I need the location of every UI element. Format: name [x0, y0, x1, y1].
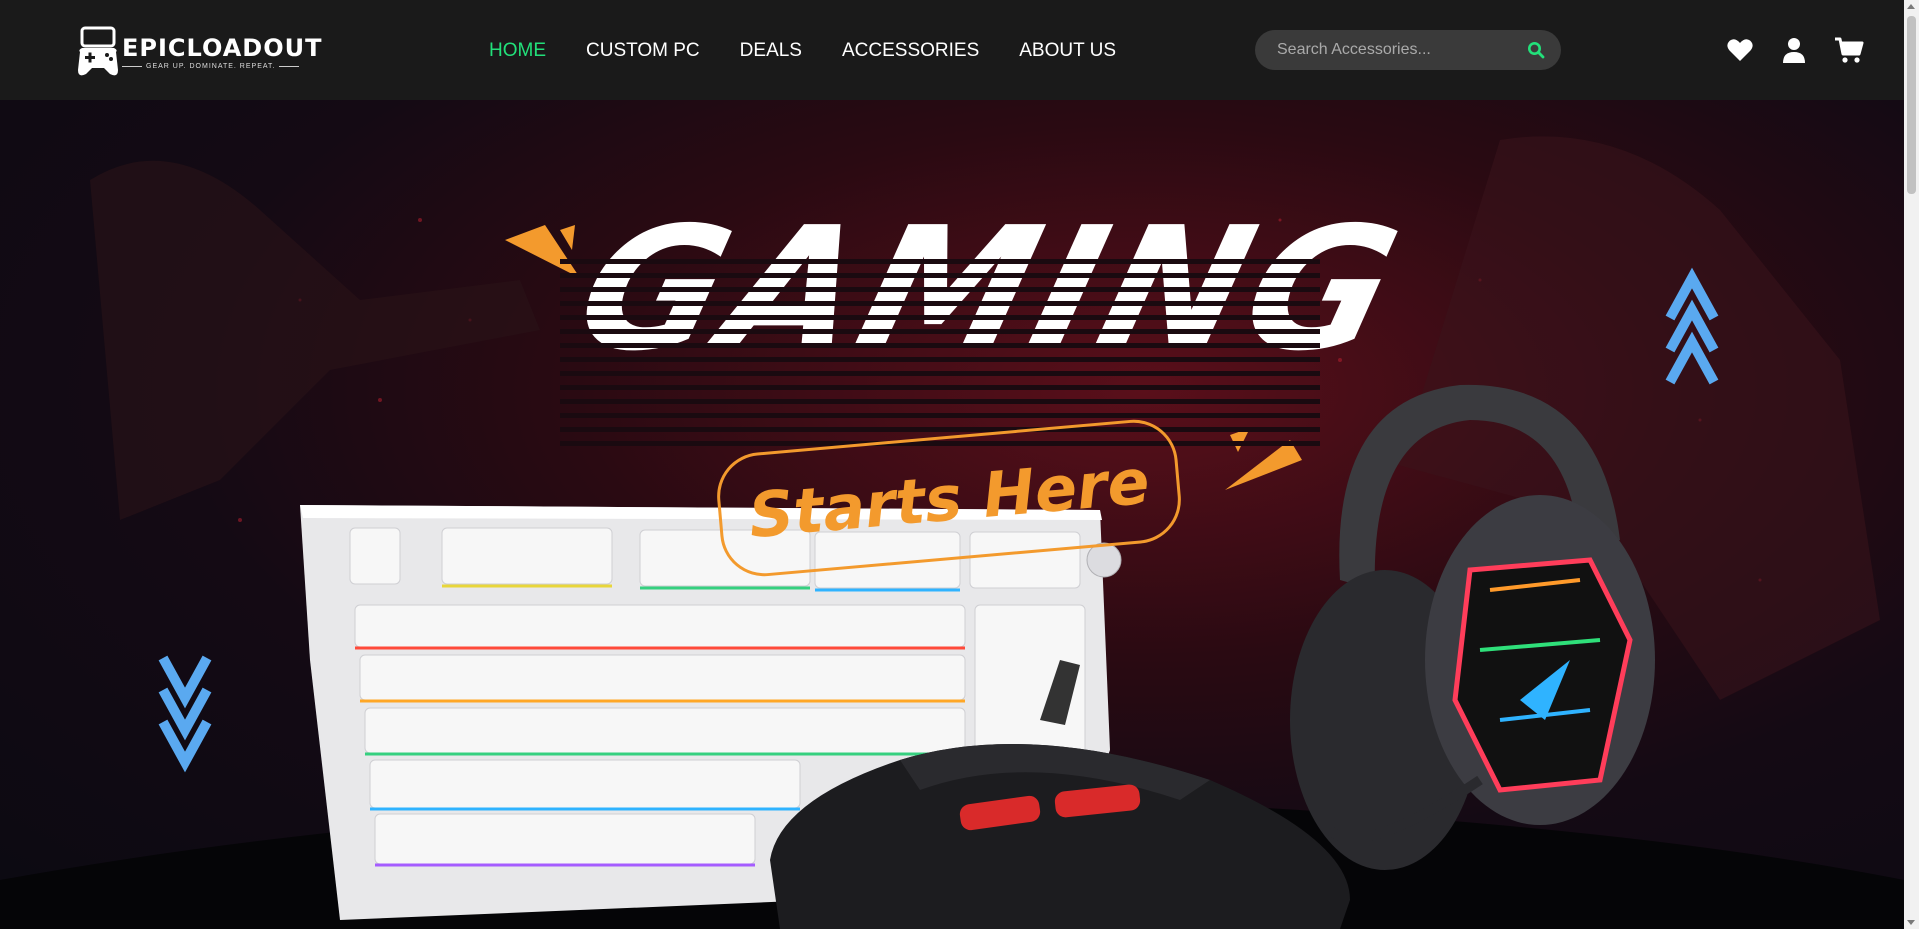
- nav-home[interactable]: HOME: [489, 38, 546, 64]
- nav-accessories[interactable]: ACCESSORIES: [842, 38, 979, 64]
- header-actions: [1726, 36, 1864, 64]
- page-scrollbar[interactable]: [1904, 0, 1919, 929]
- main-nav: HOME CUSTOM PC DEALS ACCESSORIES ABOUT U…: [489, 38, 1116, 64]
- hero-headline: GAMING: [560, 191, 1420, 389]
- search-input[interactable]: [1275, 40, 1527, 60]
- search-bar: [1255, 30, 1561, 70]
- scroll-down-arrow[interactable]: [1907, 920, 1915, 925]
- scroll-up-arrow[interactable]: [1907, 4, 1915, 9]
- search-icon[interactable]: [1527, 41, 1545, 59]
- cart-icon[interactable]: [1834, 36, 1864, 64]
- brand-logo[interactable]: EPICLOADOUT GEAR UP. DOMINATE. REPEAT.: [76, 26, 322, 78]
- hero-tagline: Starts Here: [745, 444, 1153, 552]
- heart-icon[interactable]: [1726, 36, 1754, 64]
- user-icon[interactable]: [1780, 36, 1808, 64]
- brand-tagline: GEAR UP. DOMINATE. REPEAT.: [122, 63, 322, 70]
- nav-custom-pc[interactable]: CUSTOM PC: [586, 38, 700, 64]
- gamepad-icon: [76, 26, 120, 78]
- scrollbar-thumb[interactable]: [1907, 16, 1916, 194]
- hero-banner: GAMING Starts Here: [0, 100, 1904, 929]
- nav-deals[interactable]: DEALS: [740, 38, 802, 64]
- nav-about-us[interactable]: ABOUT US: [1019, 38, 1116, 64]
- site-header: EPICLOADOUT GEAR UP. DOMINATE. REPEAT. H…: [0, 0, 1904, 100]
- brand-name: EPICLOADOUT: [122, 33, 323, 62]
